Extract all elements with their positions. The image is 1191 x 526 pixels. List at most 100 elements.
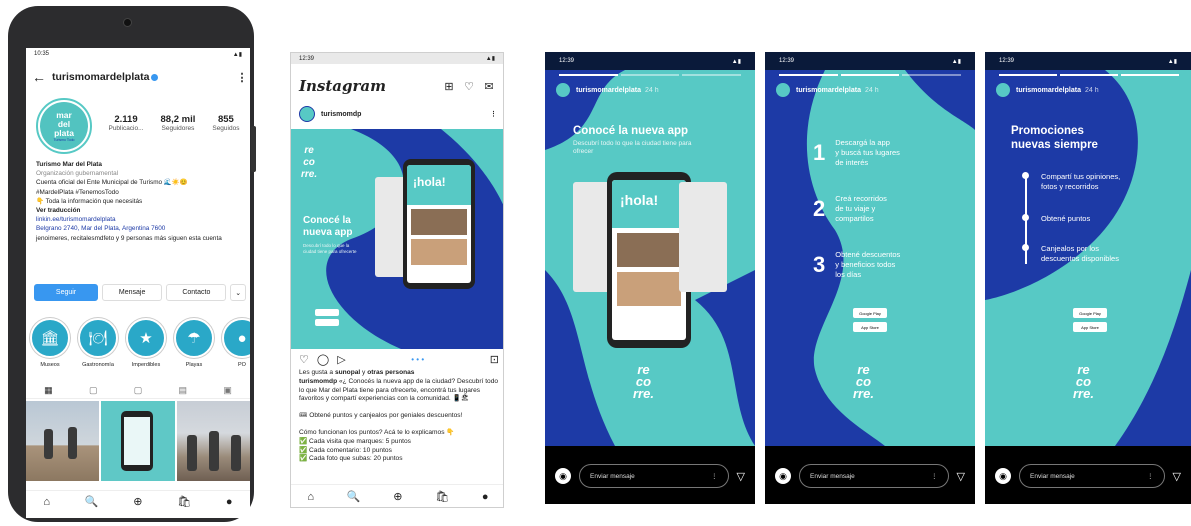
grid-post-beach[interactable] xyxy=(26,401,100,481)
highlight-po[interactable]: ● PO xyxy=(222,318,250,368)
step-line: los días xyxy=(835,270,862,279)
send-icon[interactable]: ▽ xyxy=(737,470,745,483)
shop-icon[interactable]: 🛍 xyxy=(435,490,449,503)
step-text: Descargá la app y buscá tus lugares de i… xyxy=(835,138,900,168)
grid-post-cyclists[interactable] xyxy=(176,401,250,481)
camera-icon[interactable]: ◉ xyxy=(555,468,571,484)
feed-screen: 12:39 ▲▮ Instagram ⊞ ♡ ✉ turismomdp ⋮ re… xyxy=(290,52,504,508)
store-badges: Google Play App Store xyxy=(853,308,887,332)
post-username[interactable]: turismomdp xyxy=(321,111,490,118)
profile-link[interactable]: linkin.ee/turismomardelplata xyxy=(36,215,246,224)
more-options-icon[interactable]: ⋮ xyxy=(931,472,938,480)
messenger-icon[interactable]: ✉ xyxy=(481,80,497,93)
share-icon[interactable]: ▷ xyxy=(337,353,345,366)
app-store-badge[interactable] xyxy=(315,319,339,326)
reels-tab-icon[interactable]: ▢ xyxy=(89,385,98,396)
tagged-tab-icon[interactable]: ▣ xyxy=(223,385,232,396)
story-username[interactable]: turismomardelplata xyxy=(796,87,861,94)
heart-icon[interactable]: ♡ xyxy=(461,80,477,93)
message-button[interactable]: Mensaje xyxy=(102,284,163,301)
home-icon[interactable]: ⌂ xyxy=(43,496,50,508)
follow-button[interactable]: Seguir xyxy=(34,284,99,301)
caption-username[interactable]: turismomdp xyxy=(299,378,337,385)
stat-followers[interactable]: 88,2 mil Seguidores xyxy=(161,114,196,132)
post-image[interactable]: re co rre. Conocé la nueva app Descubrí … xyxy=(291,129,503,349)
status-bar: 12:39 ▲▮ xyxy=(291,53,503,64)
shop-icon[interactable]: 🛍 xyxy=(177,495,191,508)
profile-name: Turismo Mar del Plata xyxy=(36,161,102,168)
contact-button[interactable]: Contacto xyxy=(166,284,227,301)
promo-line: Compartí tus opiniones, xyxy=(1041,172,1121,181)
comment-icon[interactable]: ◯ xyxy=(317,353,329,366)
new-post-icon[interactable]: ⊞ xyxy=(441,80,457,93)
shop-tab-icon[interactable]: ▢ xyxy=(134,385,143,396)
stat-label: Seguidores xyxy=(161,125,195,132)
status-bar: 12:39 ▲▮ xyxy=(765,52,975,70)
followed-by-text[interactable]: jenoimeres, recitalesmdfeto y 9 personas… xyxy=(36,234,246,243)
app-store-badge[interactable]: App Store xyxy=(853,322,887,332)
profile-avatar-icon[interactable]: ● xyxy=(482,491,489,503)
back-arrow-icon[interactable]: ← xyxy=(26,69,52,85)
profile-handle: turismomardelplata xyxy=(52,71,234,83)
promo-item-1: Compartí tus opiniones, fotos y recorrid… xyxy=(1022,172,1120,192)
story-username[interactable]: turismomardelplata xyxy=(576,87,641,94)
promo-line: Canjealos por los xyxy=(1041,244,1099,253)
send-message-input[interactable]: Enviar mensaje ⋮ xyxy=(799,464,949,488)
guides-tab-icon[interactable]: ▤ xyxy=(179,385,188,396)
add-post-icon[interactable]: ⊕ xyxy=(393,490,402,503)
highlight-label: Playas xyxy=(185,362,203,368)
send-message-input[interactable]: Enviar mensaje ⋮ xyxy=(579,464,729,488)
highlight-playas[interactable]: ☂ Playas xyxy=(174,318,214,368)
story-avatar[interactable] xyxy=(555,82,571,98)
story-username[interactable]: turismomardelplata xyxy=(1016,87,1081,94)
add-post-icon[interactable]: ⊕ xyxy=(133,495,142,508)
profile-avatar-icon[interactable]: ● xyxy=(226,496,233,508)
camera-icon[interactable]: ◉ xyxy=(775,468,791,484)
highlight-museos[interactable]: 🏛 Museos xyxy=(30,318,70,368)
map-screen xyxy=(679,182,727,292)
story-avatar[interactable] xyxy=(995,82,1011,98)
camera-dot-icon xyxy=(123,18,132,27)
recorre-line: rre. xyxy=(1073,386,1094,401)
more-options-icon[interactable]: ⋮ xyxy=(711,472,718,480)
avatar[interactable]: mar del plata Turismo Todo xyxy=(36,98,92,154)
google-play-badge[interactable]: Google Play xyxy=(853,308,887,318)
bio-line: #MardelPlata #TenemosTodo xyxy=(36,188,119,196)
app-store-badge[interactable]: App Store xyxy=(1073,322,1107,332)
home-icon[interactable]: ⌂ xyxy=(307,491,314,503)
story-2: 12:39 ▲▮ turismomardelplata 24 h 1 Descarg… xyxy=(765,52,975,504)
highlight-gastronomia[interactable]: 🍽 Gastronomía xyxy=(78,318,118,368)
status-bar: 10:35 ▲▮ xyxy=(26,48,250,60)
stat-posts[interactable]: 2.119 Publicacio... xyxy=(108,114,143,132)
profile-header: ← turismomardelplata ⋮ xyxy=(26,66,250,88)
send-message-input[interactable]: Enviar mensaje ⋮ xyxy=(1019,464,1165,488)
highlight-imperdibles[interactable]: ★ Imperdibles xyxy=(126,318,166,368)
suggested-dropdown-button[interactable]: ⌄ xyxy=(230,284,247,301)
send-icon[interactable]: ▽ xyxy=(957,470,965,483)
more-options-icon[interactable]: ⋮ xyxy=(234,71,250,84)
google-play-badge[interactable]: Google Play xyxy=(1073,308,1107,318)
like-icon[interactable]: ♡ xyxy=(299,353,309,366)
see-translation-link[interactable]: Ver traducción xyxy=(36,206,246,215)
grid-post-app[interactable] xyxy=(101,401,175,481)
save-icon[interactable]: ⊡ xyxy=(490,353,499,366)
stat-following[interactable]: 855 Seguidos xyxy=(212,114,239,132)
grid-tab-icon[interactable]: ▦ xyxy=(44,385,53,396)
instagram-logo[interactable]: Instagram xyxy=(299,77,437,95)
story-progress xyxy=(779,74,962,76)
likes-line[interactable]: Les gusta a sunopal y otras personas xyxy=(299,369,499,378)
story-avatar[interactable] xyxy=(775,82,791,98)
post-avatar[interactable] xyxy=(299,106,315,122)
google-play-badge[interactable] xyxy=(315,309,339,316)
message-placeholder: Enviar mensaje xyxy=(1030,472,1075,480)
more-options-icon[interactable]: ⋮ xyxy=(1147,472,1154,480)
search-icon[interactable]: 🔍 xyxy=(85,495,99,508)
story-title-line: nuevas siempre xyxy=(1011,139,1098,151)
send-icon[interactable]: ▽ xyxy=(1173,470,1181,483)
post-menu-icon[interactable]: ⋮ xyxy=(490,110,497,118)
search-icon[interactable]: 🔍 xyxy=(347,490,361,503)
highlight-icon: ● xyxy=(222,318,250,358)
status-time: 12:39 xyxy=(999,58,1015,64)
profile-address[interactable]: Belgrano 2740, Mar del Plata, Argentina … xyxy=(36,224,246,233)
camera-icon[interactable]: ◉ xyxy=(995,468,1011,484)
